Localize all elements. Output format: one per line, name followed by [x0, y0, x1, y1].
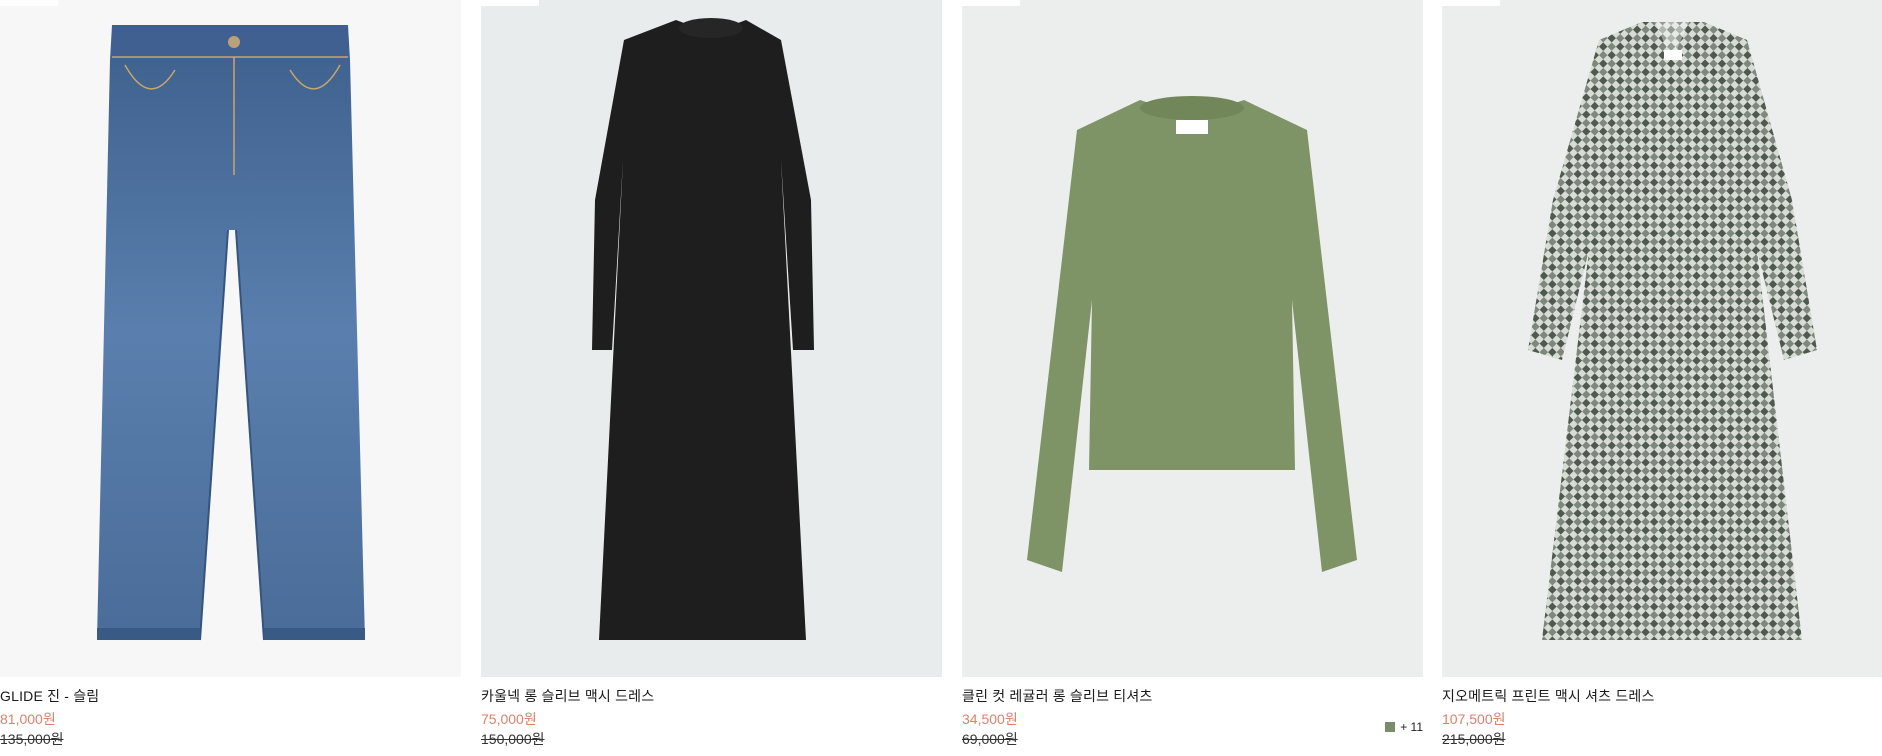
product-name[interactable]: 클린 컷 레귤러 롱 슬리브 티셔츠 — [962, 686, 1153, 706]
jeans-product-image — [0, 0, 461, 677]
sale-price: 75,000원 — [481, 711, 537, 727]
color-swatches[interactable]: + 11 — [1385, 720, 1423, 734]
original-price: 69,000원 — [962, 731, 1018, 747]
image-corner-tag — [481, 0, 539, 6]
original-price: 150,000원 — [481, 731, 545, 747]
image-corner-tag — [1442, 0, 1500, 6]
sale-price: 81,000원 — [0, 711, 56, 727]
image-corner-tag — [0, 0, 58, 6]
more-colors-count[interactable]: + 11 — [1400, 720, 1423, 734]
product-name[interactable]: 카울넥 롱 슬리브 맥시 드레스 — [481, 686, 654, 706]
color-swatch[interactable] — [1385, 722, 1396, 732]
original-price: 135,000원 — [0, 731, 64, 747]
product-grid: GLIDE 진 - 슬림 81,000원 135,000원 카울넥 롱 슬리브 … — [0, 0, 1882, 756]
product-name[interactable]: 지오메트릭 프린트 맥시 셔츠 드레스 — [1442, 686, 1655, 706]
product-image-print-dress[interactable] — [1442, 0, 1882, 677]
product-image-green-tshirt[interactable] — [962, 0, 1423, 677]
product-image-black-dress[interactable] — [481, 0, 942, 677]
green-tshirt-product-image — [962, 0, 1423, 677]
product-image-jeans[interactable] — [0, 0, 461, 677]
black-dress-product-image — [481, 0, 942, 677]
product-card[interactable]: 클린 컷 레귤러 롱 슬리브 티셔츠 34,500원 69,000원 + 11 — [962, 0, 1423, 756]
sale-price: 34,500원 — [962, 711, 1018, 727]
sale-price: 107,500원 — [1442, 711, 1506, 727]
image-corner-tag — [962, 0, 1020, 6]
original-price: 215,000원 — [1442, 731, 1506, 747]
product-card[interactable]: 카울넥 롱 슬리브 맥시 드레스 75,000원 150,000원 — [481, 0, 942, 756]
product-name[interactable]: GLIDE 진 - 슬림 — [0, 686, 99, 706]
product-card[interactable]: 지오메트릭 프린트 맥시 셔츠 드레스 107,500원 215,000원 — [1442, 0, 1882, 756]
print-shirt-dress-product-image — [1442, 0, 1882, 677]
product-card[interactable]: GLIDE 진 - 슬림 81,000원 135,000원 — [0, 0, 461, 756]
